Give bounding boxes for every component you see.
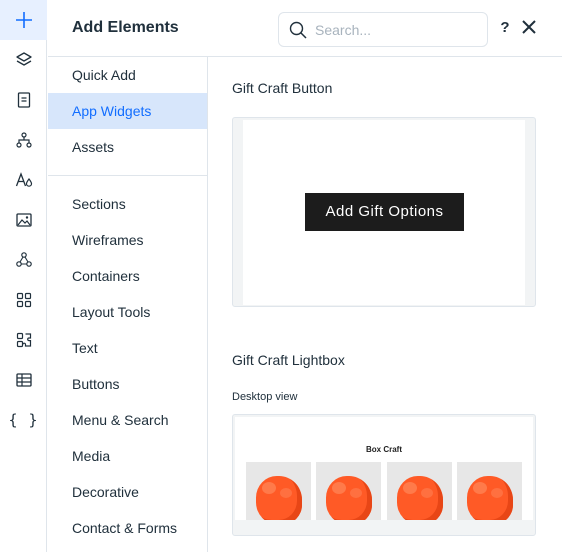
code-braces-icon: { } xyxy=(8,411,39,429)
search-icon xyxy=(289,21,307,39)
category-text[interactable]: Text xyxy=(48,330,207,366)
category-wireframes[interactable]: Wireframes xyxy=(48,222,207,258)
media-button[interactable] xyxy=(0,200,47,240)
apps-grid-icon xyxy=(16,292,31,308)
section-title-gift-craft-button: Gift Craft Button xyxy=(232,80,333,96)
table-icon xyxy=(15,373,32,387)
gift-craft-lightbox-preview[interactable]: Box Craft xyxy=(232,414,536,536)
business-apps-button[interactable] xyxy=(0,320,47,360)
page-icon xyxy=(17,92,30,108)
gift-craft-button-preview[interactable]: Add Gift Options xyxy=(232,117,536,307)
product-thumbnail xyxy=(316,462,381,520)
category-decorative[interactable]: Decorative xyxy=(48,474,207,510)
layers-icon xyxy=(15,52,32,66)
dev-mode-button[interactable]: { } xyxy=(0,400,47,440)
cms-button[interactable] xyxy=(0,360,47,400)
product-thumbnail xyxy=(387,462,452,520)
help-button[interactable]: ? xyxy=(498,19,512,39)
panel-header: Add Elements ? xyxy=(48,0,562,57)
category-buttons[interactable]: Buttons xyxy=(48,366,207,402)
search-input[interactable] xyxy=(315,20,480,40)
pages-button[interactable] xyxy=(0,80,47,120)
add-elements-button[interactable] xyxy=(0,0,47,40)
section-title-gift-craft-lightbox: Gift Craft Lightbox xyxy=(232,352,345,368)
product-image xyxy=(397,476,443,520)
category-menu-search[interactable]: Menu & Search xyxy=(48,402,207,438)
widgets-content: Gift Craft Button Add Gift Options Gift … xyxy=(208,57,562,552)
puzzle-icon xyxy=(16,332,31,348)
product-image xyxy=(467,476,513,520)
layers-button[interactable] xyxy=(0,40,47,80)
preview-canvas: Add Gift Options xyxy=(243,120,525,305)
theme-button[interactable] xyxy=(0,160,47,200)
category-containers[interactable]: Containers xyxy=(48,258,207,294)
product-thumbnail xyxy=(457,462,522,520)
category-sections[interactable]: Sections xyxy=(48,186,207,222)
theme-icon xyxy=(15,172,32,187)
apps-button[interactable] xyxy=(0,280,47,320)
sitemap-icon xyxy=(15,132,32,148)
product-image xyxy=(256,476,302,520)
connections-button[interactable] xyxy=(0,240,47,280)
product-thumbnail xyxy=(246,462,311,520)
category-layout-tools[interactable]: Layout Tools xyxy=(48,294,207,330)
category-assets[interactable]: Assets xyxy=(48,129,207,165)
search-box[interactable] xyxy=(278,12,488,47)
close-icon[interactable] xyxy=(520,18,538,36)
add-elements-panel: Add Elements ? Quick Add App Widgets Ass… xyxy=(48,0,562,552)
category-media[interactable]: Media xyxy=(48,438,207,474)
left-toolbar: { } xyxy=(0,0,47,552)
lightbox-canvas: Box Craft xyxy=(235,417,533,520)
category-divider xyxy=(48,175,207,176)
site-structure-button[interactable] xyxy=(0,120,47,160)
category-quick-add[interactable]: Quick Add xyxy=(48,57,207,93)
category-app-widgets[interactable]: App Widgets xyxy=(48,93,207,129)
lightbox-title: Box Craft xyxy=(365,445,402,454)
panel-title: Add Elements xyxy=(72,19,179,36)
desktop-view-label: Desktop view xyxy=(232,391,298,403)
plus-icon xyxy=(15,12,32,28)
add-gift-options-button[interactable]: Add Gift Options xyxy=(305,193,464,231)
category-list: Quick Add App Widgets Assets Sections Wi… xyxy=(48,57,208,552)
product-image xyxy=(326,476,372,520)
category-contact-forms[interactable]: Contact & Forms xyxy=(48,510,207,546)
image-icon xyxy=(15,213,32,227)
connections-icon xyxy=(15,252,32,267)
